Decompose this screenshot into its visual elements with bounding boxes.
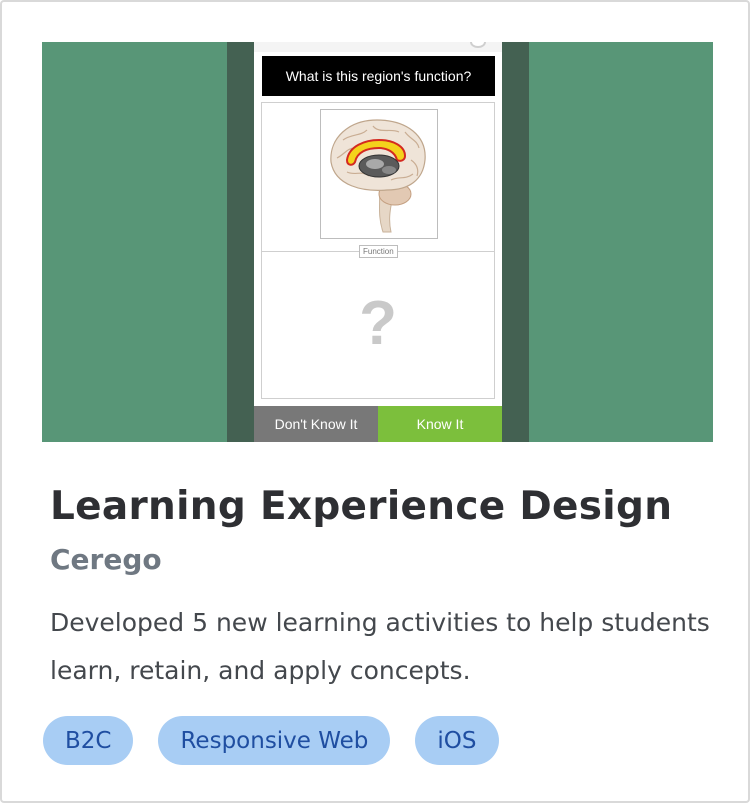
menu-icon xyxy=(470,42,486,48)
project-card[interactable]: What is this region's function? Function… xyxy=(0,0,750,803)
phone-screen: What is this region's function? Function… xyxy=(254,42,502,442)
project-hero-image: What is this region's function? Function… xyxy=(42,42,713,442)
brain-illustration-icon xyxy=(330,119,426,233)
function-label: Function xyxy=(359,245,398,258)
tag-responsive-web[interactable]: Responsive Web xyxy=(158,716,391,765)
brain-image-frame xyxy=(320,109,438,239)
project-description: Developed 5 new learning activities to h… xyxy=(50,608,710,685)
question-banner: What is this region's function? xyxy=(262,56,495,96)
tag-ios[interactable]: iOS xyxy=(415,716,499,765)
dont-know-it-button[interactable]: Don't Know It xyxy=(254,406,378,442)
project-title[interactable]: Learning Experience Design xyxy=(50,484,730,529)
project-company: Cerego xyxy=(50,543,162,576)
tag-b2c[interactable]: B2C xyxy=(43,716,134,765)
unknown-answer-icon: ? xyxy=(359,289,397,358)
know-it-button[interactable]: Know It xyxy=(378,406,502,442)
tag-list: B2C Responsive Web iOS xyxy=(43,716,499,765)
flashcard: Function ? xyxy=(261,102,495,399)
phone-status-bar xyxy=(254,42,502,52)
